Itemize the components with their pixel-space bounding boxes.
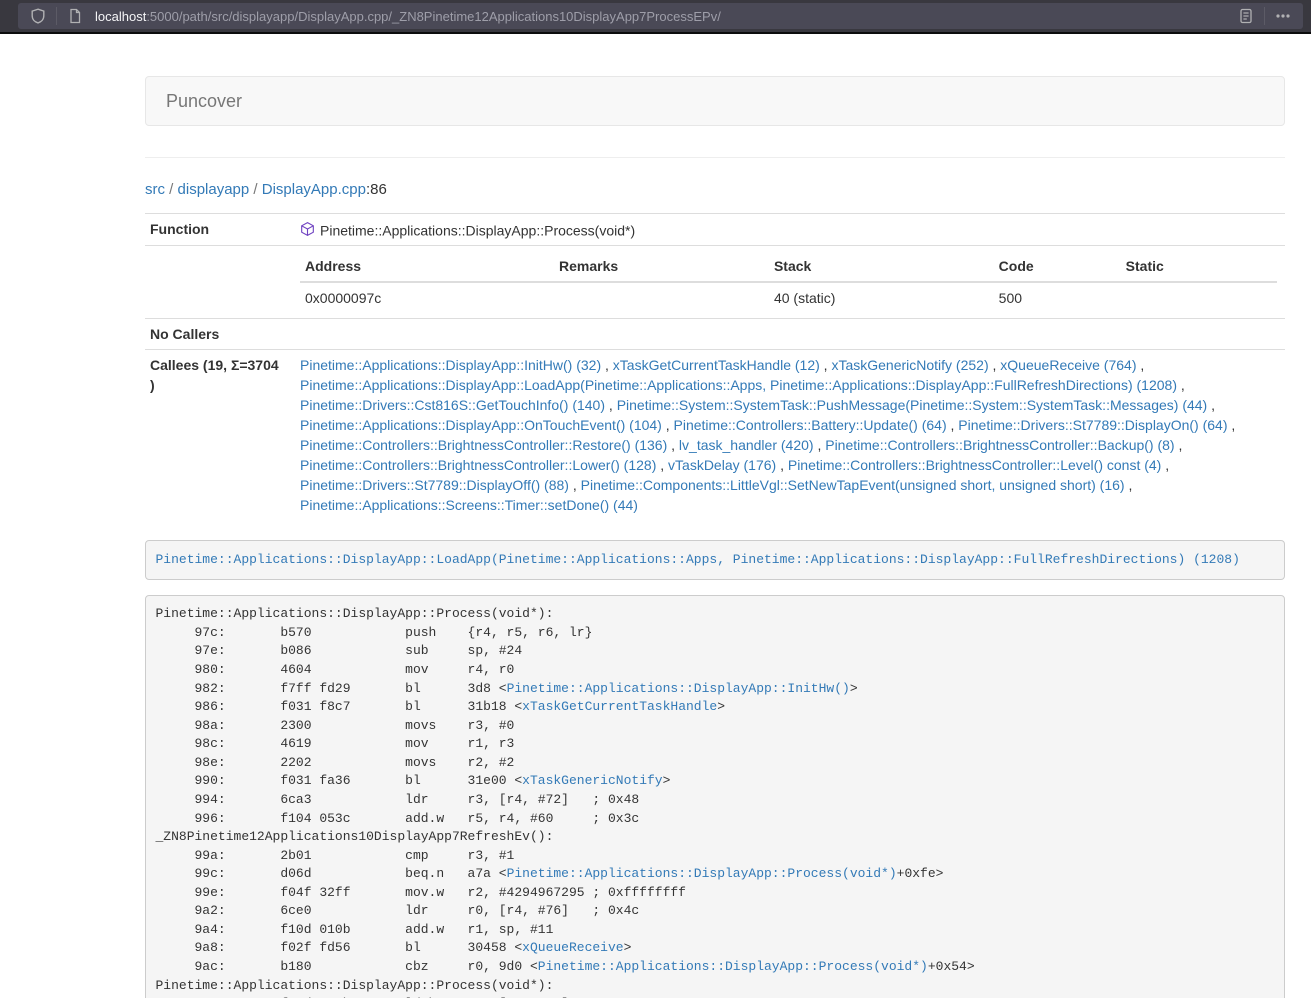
callees-list: Pinetime::Applications::DisplayApp::Init… bbox=[295, 350, 1285, 521]
url-path: :5000/path/src/displayapp/DisplayApp.cpp… bbox=[146, 9, 721, 24]
callee-link[interactable]: Pinetime::Controllers::BrightnessControl… bbox=[825, 437, 1174, 453]
callee-link[interactable]: Pinetime::Drivers::St7789::DisplayOn() (… bbox=[958, 417, 1227, 433]
disassembly: Pinetime::Applications::DisplayApp::Proc… bbox=[145, 595, 1285, 998]
snippet-block: Pinetime::Applications::DisplayApp::Load… bbox=[145, 540, 1285, 580]
stack-value: 40 (static) bbox=[769, 282, 994, 313]
function-label: Function bbox=[145, 214, 295, 246]
callee-link[interactable]: Pinetime::Drivers::St7789::DisplayOff() … bbox=[300, 477, 569, 493]
callee-link[interactable]: xTaskGetCurrentTaskHandle (12) bbox=[613, 357, 820, 373]
page-info-icon[interactable] bbox=[63, 4, 87, 28]
callee-link[interactable]: Pinetime::Applications::Screens::Timer::… bbox=[300, 497, 638, 513]
callee-link[interactable]: Pinetime::System::SystemTask::PushMessag… bbox=[617, 397, 1208, 413]
code-symbol-link[interactable]: xTaskGenericNotify bbox=[522, 773, 662, 788]
callees-row: Callees (19, Σ=3704 ) Pinetime::Applicat… bbox=[145, 350, 1285, 521]
function-name: Pinetime::Applications::DisplayApp::Proc… bbox=[320, 222, 635, 238]
page: Puncover src / displayapp / DisplayApp.c… bbox=[0, 34, 1311, 998]
no-callers-label: No Callers bbox=[145, 319, 295, 350]
col-static: Static bbox=[1121, 251, 1277, 282]
callee-link[interactable]: vTaskDelay (176) bbox=[668, 457, 776, 473]
breadcrumb-link[interactable]: displayapp bbox=[178, 181, 250, 198]
callee-link[interactable]: lv_task_handler (420) bbox=[679, 437, 814, 453]
reader-mode-icon[interactable] bbox=[1234, 4, 1258, 28]
symbol-cube-icon bbox=[300, 221, 315, 237]
breadcrumb-separator: / bbox=[249, 181, 262, 198]
callees-label: Callees (19, Σ=3704 ) bbox=[145, 350, 295, 521]
callee-link[interactable]: Pinetime::Components::LittleVgl::SetNewT… bbox=[581, 477, 1125, 493]
app-brand[interactable]: Puncover bbox=[146, 76, 262, 126]
static-value bbox=[1121, 282, 1277, 313]
code-symbol-link[interactable]: xTaskGetCurrentTaskHandle bbox=[522, 699, 717, 714]
code-symbol-link[interactable]: xQueueReceive bbox=[522, 940, 623, 955]
stats-table: Address Remarks Stack Code Static 0x0000… bbox=[300, 251, 1277, 313]
callee-link[interactable]: Pinetime::Controllers::BrightnessControl… bbox=[300, 457, 656, 473]
toolbar-divider bbox=[56, 7, 57, 25]
stats-values-row: 0x0000097c 40 (static) 500 bbox=[300, 282, 1277, 313]
breadcrumb-line-number: :86 bbox=[366, 181, 387, 198]
code-symbol-link[interactable]: Pinetime::Applications::DisplayApp::Proc… bbox=[538, 959, 928, 974]
code-symbol-link[interactable]: Pinetime::Applications::DisplayApp::Init… bbox=[507, 681, 850, 696]
breadcrumb-link[interactable]: DisplayApp.cpp bbox=[262, 181, 366, 198]
code-value: 500 bbox=[994, 282, 1121, 313]
col-code: Code bbox=[994, 251, 1121, 282]
function-table: Function Pinetime::Applications::Display… bbox=[145, 213, 1285, 520]
callee-link[interactable]: xQueueReceive (764) bbox=[1000, 357, 1136, 373]
callee-link[interactable]: xTaskGenericNotify (252) bbox=[831, 357, 988, 373]
col-stack: Stack bbox=[769, 251, 994, 282]
remarks-value bbox=[554, 282, 769, 313]
callee-link[interactable]: Pinetime::Controllers::BrightnessControl… bbox=[300, 437, 667, 453]
col-address: Address bbox=[300, 251, 554, 282]
navbar: Puncover bbox=[145, 76, 1285, 126]
function-row: Function Pinetime::Applications::Display… bbox=[145, 214, 1285, 246]
url-text[interactable]: localhost:5000/path/src/displayapp/Displ… bbox=[95, 9, 1234, 24]
callee-link[interactable]: Pinetime::Controllers::Battery::Update()… bbox=[674, 417, 947, 433]
callee-link[interactable]: Pinetime::Applications::DisplayApp::Load… bbox=[300, 377, 1177, 393]
shield-icon[interactable] bbox=[26, 4, 50, 28]
page-actions-ellipsis-icon[interactable] bbox=[1271, 4, 1295, 28]
snippet-link[interactable]: Pinetime::Applications::DisplayApp::Load… bbox=[156, 552, 1240, 567]
callee-link[interactable]: Pinetime::Controllers::BrightnessControl… bbox=[788, 457, 1161, 473]
breadcrumb: src / displayapp / DisplayApp.cpp:86 bbox=[145, 180, 1285, 200]
address-value: 0x0000097c bbox=[300, 282, 554, 313]
col-remarks: Remarks bbox=[554, 251, 769, 282]
callee-link[interactable]: Pinetime::Applications::DisplayApp::Init… bbox=[300, 357, 601, 373]
no-callers-row: No Callers bbox=[145, 319, 1285, 350]
divider-rule bbox=[145, 157, 1285, 158]
url-host: localhost bbox=[95, 9, 146, 24]
code-symbol-link[interactable]: Pinetime::Applications::DisplayApp::Proc… bbox=[507, 866, 897, 881]
breadcrumb-separator: / bbox=[165, 181, 178, 198]
stats-row: Address Remarks Stack Code Static 0x0000… bbox=[145, 246, 1285, 319]
breadcrumb-link[interactable]: src bbox=[145, 181, 165, 198]
browser-toolbar: localhost:5000/path/src/displayapp/Displ… bbox=[0, 0, 1311, 34]
callee-link[interactable]: Pinetime::Drivers::Cst816S::GetTouchInfo… bbox=[300, 397, 605, 413]
url-bar[interactable]: localhost:5000/path/src/displayapp/Displ… bbox=[18, 3, 1303, 29]
callee-link[interactable]: Pinetime::Applications::DisplayApp::OnTo… bbox=[300, 417, 662, 433]
toolbar-divider bbox=[1264, 7, 1265, 25]
